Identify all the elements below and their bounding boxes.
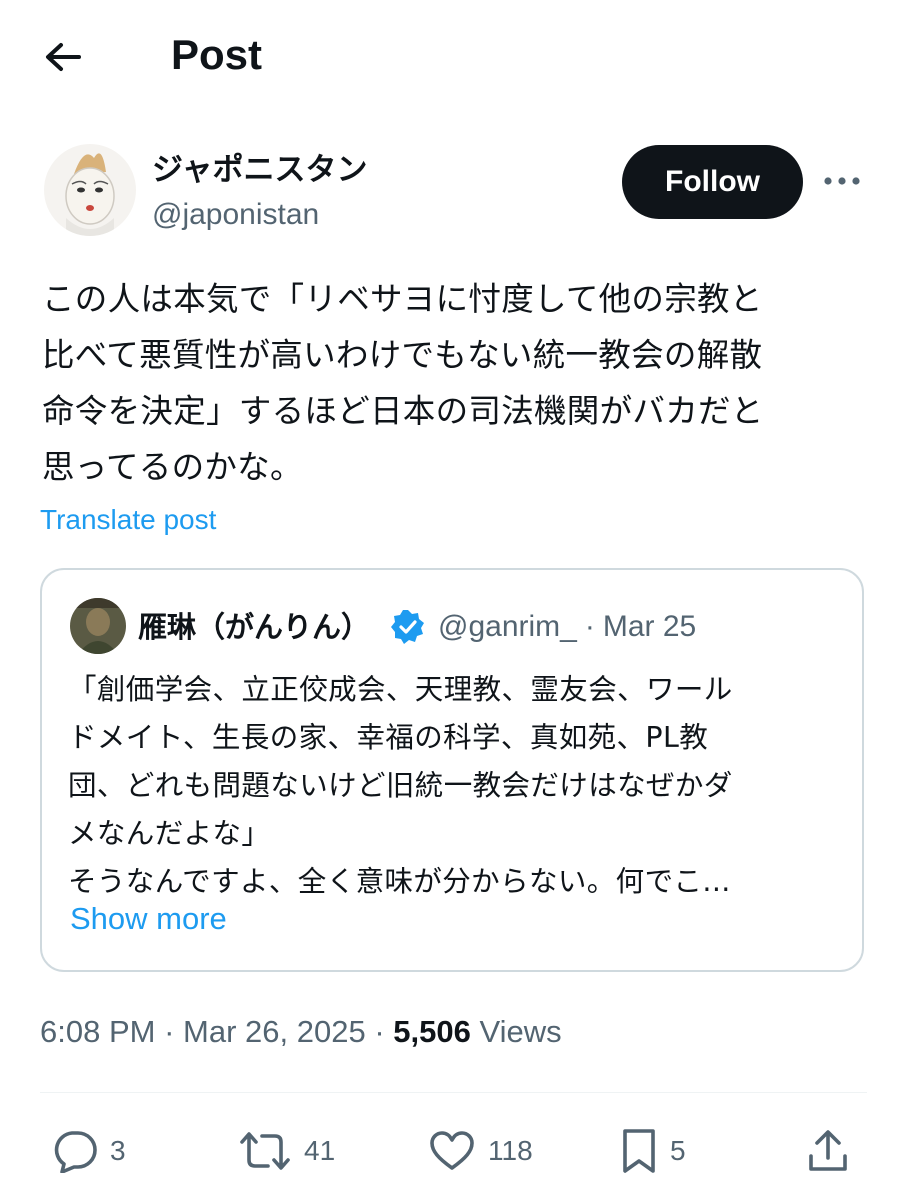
reply-button[interactable]: 3: [52, 1126, 126, 1176]
author-name[interactable]: ジャポニスタン: [152, 150, 367, 190]
post-metadata: 6:08 PM · Mar 26, 2025 · 5,506 Views: [40, 1008, 562, 1056]
follow-button[interactable]: Follow: [622, 145, 803, 219]
show-more-link[interactable]: Show more: [70, 898, 227, 940]
separator-dot: ·: [374, 1014, 385, 1049]
share-icon: [809, 1130, 847, 1171]
post-author: ジャポニスタン @japonistan Follow: [0, 140, 907, 240]
author-handle[interactable]: @japonistan: [152, 195, 319, 235]
arrow-left-icon: [46, 43, 81, 71]
reply-count: 3: [110, 1135, 126, 1166]
repost-count: 41: [304, 1135, 336, 1166]
post-text: この人は本気で「リベサヨに忖度して他の宗教と 比べて悪質性が高いわけでもない統一…: [42, 271, 872, 495]
more-options-button[interactable]: [820, 166, 864, 196]
separator-dot: ·: [584, 610, 595, 643]
author-avatar[interactable]: [44, 144, 136, 236]
post-text-line: 命令を決定」するほど日本の司法機関がバカだと: [42, 392, 764, 430]
post-text-line: 思ってるのかな。: [42, 448, 303, 486]
translate-post-link[interactable]: Translate post: [40, 500, 216, 540]
views-count: 5,506: [393, 1014, 471, 1049]
quoted-author-avatar: [70, 598, 126, 654]
post-text-line: この人は本気で「リベサヨに忖度して他の宗教と: [42, 280, 763, 318]
divider: [40, 1092, 867, 1093]
top-bar: Post: [0, 0, 907, 115]
repost-icon: [240, 1132, 290, 1170]
more-dots-icon: [824, 177, 860, 185]
like-count: 118: [488, 1135, 533, 1166]
avatar-image: [70, 598, 126, 654]
avatar-image: [44, 144, 136, 236]
quoted-text-line: ドメイト、生長の家、幸福の科学、真如苑、PL教: [68, 721, 709, 754]
separator-dot: ·: [164, 1014, 175, 1049]
bookmark-count: 5: [670, 1135, 686, 1166]
reply-icon: [54, 1131, 97, 1173]
page-title: Post: [171, 31, 263, 78]
quoted-post-date: Mar 25: [602, 610, 697, 643]
quoted-text-line: メなんだよな」: [68, 817, 271, 850]
back-button[interactable]: [40, 36, 86, 78]
quoted-text-line: 「創価学会、立正佼成会、天理教、霊友会、ワール: [68, 673, 733, 706]
quoted-author-name: 雁琳（がんりん）: [138, 610, 371, 644]
action-bar: 3 41 118 5: [0, 1118, 907, 1184]
post-date[interactable]: Mar 26, 2025: [183, 1014, 366, 1049]
like-icon: [430, 1131, 474, 1170]
share-button[interactable]: [806, 1126, 850, 1176]
quoted-post-header: 雁琳（がんりん） @ganrim_ · Mar 25: [138, 605, 696, 649]
quoted-author-handle: @ganrim_: [438, 610, 577, 643]
views-label: Views: [479, 1014, 562, 1049]
bookmark-icon: [623, 1129, 655, 1173]
like-button[interactable]: 118: [428, 1126, 533, 1176]
verified-badge-icon: [388, 607, 428, 647]
quoted-post[interactable]: 雁琳（がんりん） @ganrim_ · Mar 25 「創価学会、立正佼成会、天…: [40, 568, 864, 972]
quoted-text-line: 団、どれも問題ないけど旧統一教会だけはなぜかダ: [68, 769, 733, 802]
bookmark-button[interactable]: 5: [620, 1126, 686, 1176]
repost-button[interactable]: 41: [238, 1126, 335, 1176]
post-time[interactable]: 6:08 PM: [40, 1014, 155, 1049]
post-text-line: 比べて悪質性が高いわけでもない統一教会の解散: [42, 336, 763, 374]
quoted-post-text: 「創価学会、立正佼成会、天理教、霊友会、ワール ドメイト、生長の家、幸福の科学、…: [68, 666, 848, 906]
